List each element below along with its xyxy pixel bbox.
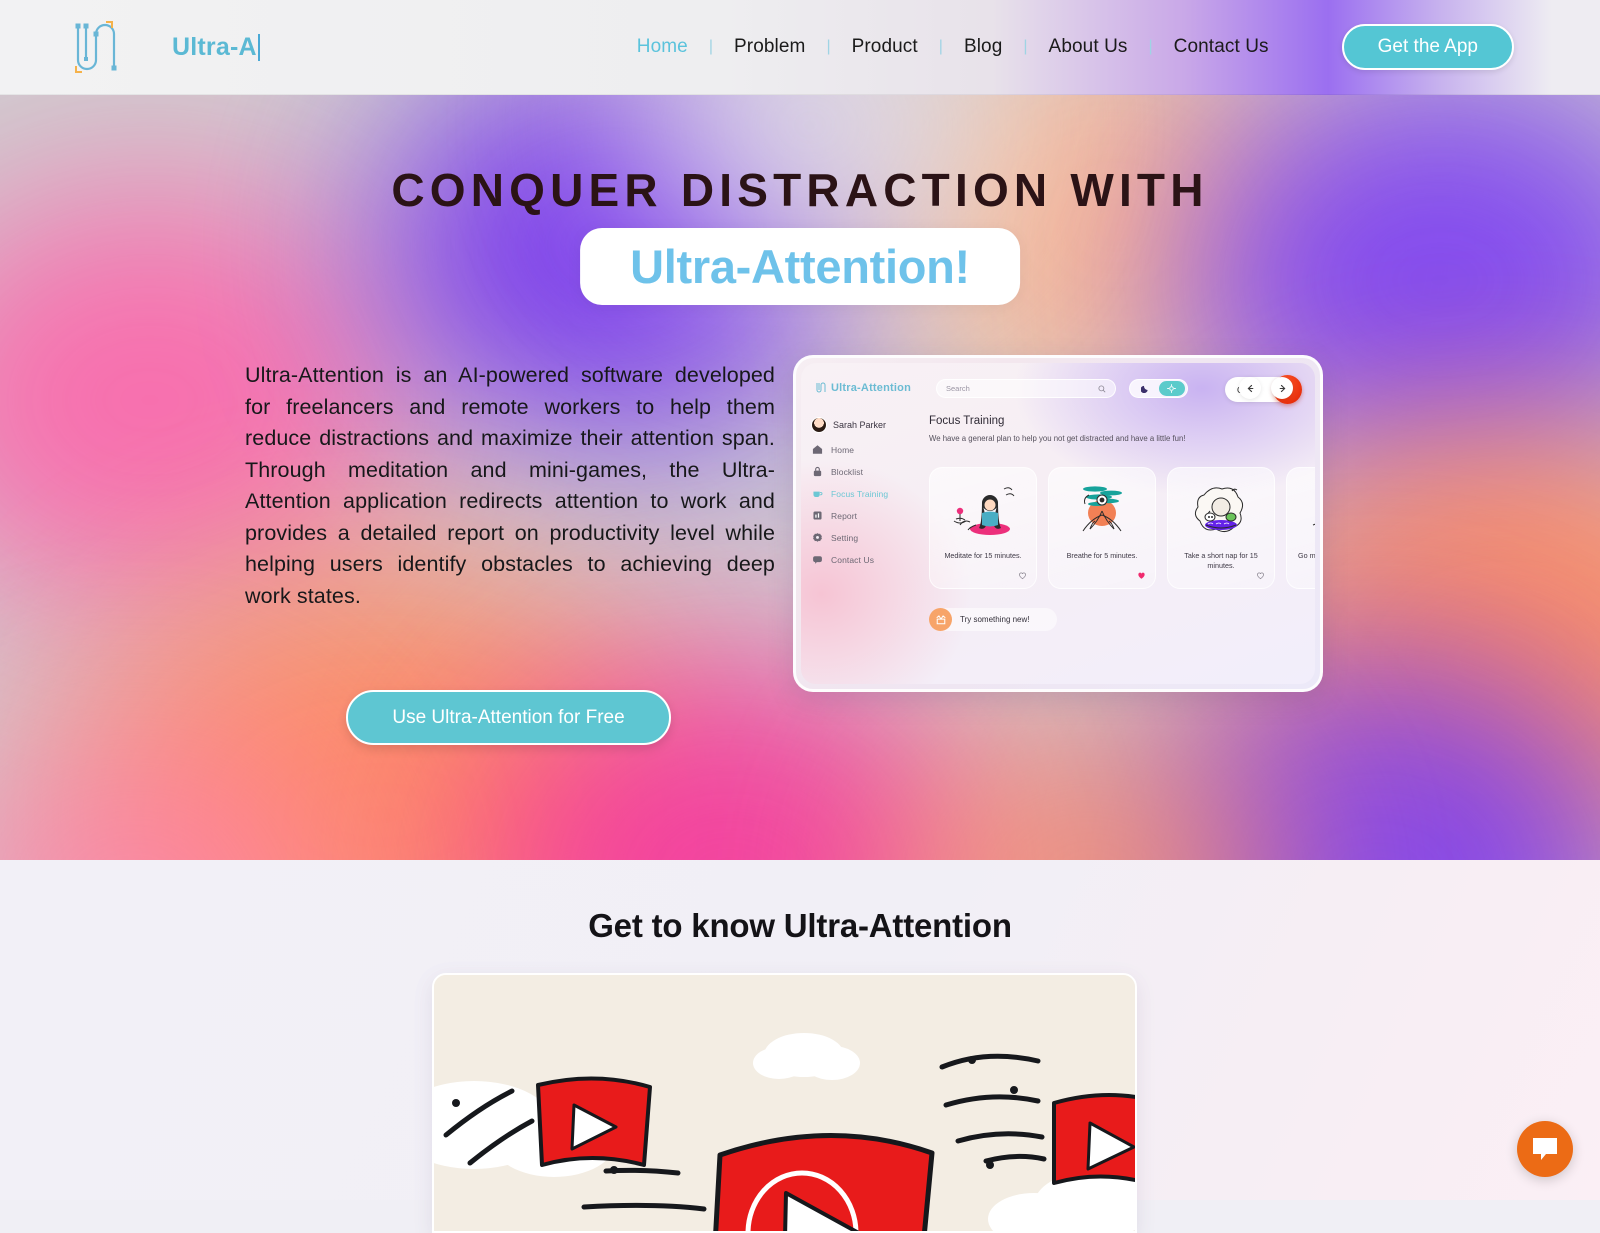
moon-icon [1141,384,1150,393]
chat-widget-button[interactable] [1517,1121,1573,1177]
mockup-sidebar: Sarah Parker Home Blocklist Focus Traini… [811,417,916,576]
sidebar-label: Focus Training [831,489,888,499]
nap-illustration [1168,476,1274,548]
focus-card[interactable]: Take a short nap for 15 minutes. [1167,467,1275,589]
sidebar-item-focus-training[interactable]: Focus Training [812,488,916,499]
card-caption: Meditate for 15 minutes. [936,551,1030,561]
brand-text: Ultra-A [172,33,257,62]
sidebar-item-contact-us[interactable]: Contact Us [812,554,916,565]
gift-icon [935,614,947,626]
hero-highlight-badge: Ultra-Attention! [580,228,1020,305]
try-something-new-button[interactable]: Try something new! [929,608,1057,631]
heart-outline-icon[interactable] [1256,571,1265,580]
arrow-left-icon [1246,384,1255,393]
nav-item-blog[interactable]: Blog [943,36,1023,58]
sidebar-label: Report [831,511,857,521]
try-label: Try something new! [960,615,1030,624]
panel-title: Focus Training [929,415,1315,427]
card-caption: Take a short nap for 15 minutes. [1174,551,1268,571]
user-name: Sarah Parker [833,420,886,430]
lock-icon [812,466,823,477]
breathing-illustration [1049,476,1155,548]
brand-name: Ultra-A [172,33,260,62]
app-mockup: Ultra-Attention Search [793,355,1323,692]
site-header: Ultra-A Home | Problem | Product | Blog … [0,0,1600,95]
mockup-user-profile[interactable]: Sarah Parker [811,417,916,433]
sidebar-item-blocklist[interactable]: Blocklist [812,466,916,477]
mockup-theme-toggle[interactable] [1129,379,1188,398]
get-the-app-button[interactable]: Get the App [1342,24,1514,70]
meal-illustration [1287,476,1315,548]
carousel-controls [1239,377,1293,399]
focus-card[interactable]: Go make a delicious quick meal for... [1286,467,1315,589]
nav-item-about-us[interactable]: About Us [1028,36,1149,58]
section-title: Get to know Ultra-Attention [0,907,1600,945]
text-cursor [258,34,260,61]
mockup-main-panel: Focus Training We have a general plan to… [929,415,1315,443]
card-caption: Breathe for 5 minutes. [1055,551,1149,561]
nav-item-contact-us[interactable]: Contact Us [1153,36,1290,58]
hero-highlight-text: Ultra-Attention! [630,242,970,291]
mockup-logo-icon [815,381,826,394]
brand-logo[interactable]: Ultra-A [68,16,260,78]
card-caption: Go make a delicious quick meal for... [1293,551,1315,571]
carousel-prev-button[interactable] [1239,377,1261,399]
mockup-brand: Ultra-Attention [815,381,911,394]
focus-card[interactable]: Meditate for 15 minutes. [929,467,1037,589]
search-placeholder: Search [946,384,970,393]
dark-mode-option[interactable] [1132,381,1159,396]
hero-paragraph: Ultra-Attention is an AI-powered softwar… [245,360,775,612]
cup-icon [812,488,823,499]
sidebar-item-home[interactable]: Home [812,444,916,455]
nav-item-product[interactable]: Product [831,36,939,58]
use-for-free-button[interactable]: Use Ultra-Attention for Free [346,690,671,745]
youtube-play-buttons-illustration [434,975,1137,1233]
user-avatar [811,417,827,433]
nav-item-home[interactable]: Home [616,36,709,58]
panel-description: We have a general plan to help you not g… [929,434,1315,443]
focus-cards-carousel: Meditate for 15 minutes. [929,467,1315,589]
sidebar-label: Contact Us [831,555,874,565]
chat-icon [812,554,823,565]
hero-section: CONQUER DISTRACTION WITH Ultra-Attention… [0,95,1600,860]
home-icon [812,444,823,455]
search-icon [1098,385,1106,393]
sun-icon [1167,384,1176,393]
main-navigation: Home | Problem | Product | Blog | About … [616,36,1290,58]
sidebar-item-report[interactable]: Report [812,510,916,521]
gear-icon [812,532,823,543]
nav-item-problem[interactable]: Problem [713,36,826,58]
video-preview-card[interactable] [432,973,1137,1233]
hero-headline: CONQUER DISTRACTION WITH [0,163,1600,217]
heart-outline-icon[interactable] [1018,571,1027,580]
focus-card[interactable]: Breathe for 5 minutes. [1048,467,1156,589]
gift-icon-wrap [929,608,952,631]
carousel-next-button[interactable] [1271,377,1293,399]
sidebar-item-setting[interactable]: Setting [812,532,916,543]
arrow-right-icon [1278,384,1287,393]
heart-filled-icon[interactable] [1137,571,1146,580]
mockup-brand-text: Ultra-Attention [831,382,911,394]
sidebar-label: Setting [831,533,858,543]
mockup-search-input[interactable]: Search [936,379,1116,398]
vector-path-u-logo-icon [68,16,120,78]
sidebar-label: Home [831,445,854,455]
light-mode-option[interactable] [1159,381,1186,396]
chart-icon [812,510,823,521]
meditation-illustration [930,476,1036,548]
sidebar-label: Blocklist [831,467,863,477]
chat-bubble-icon [1530,1135,1560,1163]
get-to-know-section: Get to know Ultra-Attention [0,860,1600,1200]
